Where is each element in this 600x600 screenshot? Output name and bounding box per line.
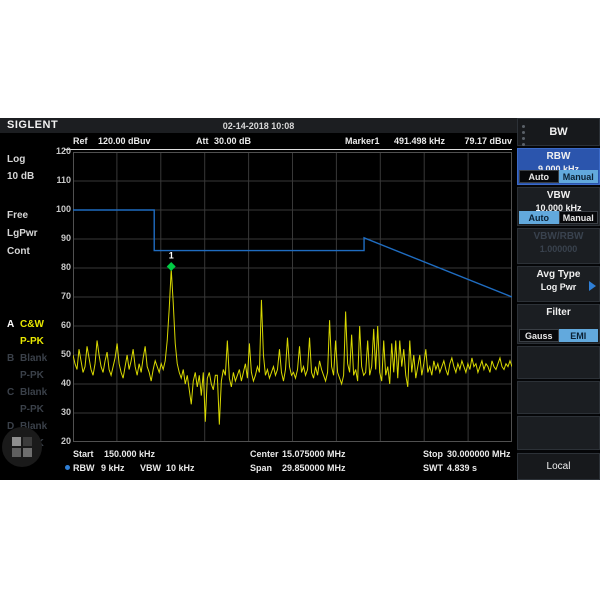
y-tick-30: 30	[40, 407, 71, 417]
center-label: Center	[250, 449, 279, 459]
y-tick-120: 120	[40, 146, 71, 156]
att-label: Att	[196, 136, 209, 146]
rbw-status-dot-icon	[65, 465, 70, 470]
title-bar: SIGLENT 02-14-2018 10:08	[0, 118, 517, 133]
empty-softkey-2[interactable]	[517, 381, 600, 414]
home-grid-icon[interactable]	[2, 427, 42, 467]
filter-softkey[interactable]: Filter Gauss EMI	[517, 304, 600, 344]
swt-value: 4.839 s	[447, 463, 477, 473]
start-value: 150.000 kHz	[104, 449, 155, 459]
swt-label: SWT	[423, 463, 443, 473]
bw-menu-header[interactable]: BW	[517, 118, 600, 146]
y-tick-70: 70	[40, 291, 71, 301]
trigger-mode-label: Free	[7, 210, 28, 221]
marker-1-label: 1	[169, 251, 174, 261]
avg-mode-label: LgPwr	[7, 228, 38, 239]
span-value: 29.850000 MHz	[282, 463, 346, 473]
grid-square-icon	[12, 437, 21, 446]
rbw-manual-toggle[interactable]: Manual	[559, 170, 599, 183]
vbw-softkey[interactable]: VBW 10.000 kHz Auto Manual	[517, 187, 600, 226]
info-separator-line	[64, 149, 512, 150]
center-value: 15.075000 MHz	[282, 449, 346, 459]
trace-b-id: B	[7, 350, 20, 367]
grid-square-icon	[12, 448, 21, 457]
rbw-value: 9 kHz	[101, 463, 125, 473]
empty-softkey-1[interactable]	[517, 346, 600, 379]
rbw-softkey-title: RBW	[518, 149, 599, 162]
softkey-panel: BW RBW 9.000 kHz Auto Manual VBW 10.000 …	[517, 118, 600, 480]
trace-a-detector: P-PK	[7, 333, 47, 350]
grid-square-icon	[23, 437, 32, 446]
y-tick-50: 50	[40, 349, 71, 359]
menu-grip-icon	[522, 125, 525, 149]
bw-menu-title: BW	[518, 119, 599, 138]
ref-value: 120.00 dBuv	[98, 136, 151, 146]
vbw-softkey-title: VBW	[518, 188, 599, 201]
vbw-manual-toggle[interactable]: Manual	[559, 211, 599, 224]
empty-softkey-3[interactable]	[517, 416, 600, 450]
datetime-label: 02-14-2018 10:08	[0, 121, 517, 131]
sweep-mode-label: Cont	[7, 246, 30, 257]
ref-label: Ref	[73, 136, 88, 146]
rbw-auto-toggle[interactable]: Auto	[519, 170, 559, 183]
local-button[interactable]: Local	[517, 453, 600, 480]
rbw-label: RBW	[73, 463, 95, 473]
stop-label: Stop	[423, 449, 443, 459]
avg-type-softkey[interactable]: Avg Type Log Pwr	[517, 266, 600, 302]
submenu-arrow-icon	[589, 281, 596, 291]
filter-emi-toggle[interactable]: EMI	[559, 329, 599, 342]
marker-label: Marker1	[345, 136, 380, 146]
trace-c-id: C	[7, 384, 20, 401]
scale-type-label: Log	[7, 154, 25, 165]
trace-c-mode: Blank	[20, 387, 47, 398]
y-tick-90: 90	[40, 233, 71, 243]
marker-frequency: 491.498 kHz	[394, 136, 445, 146]
span-label: Span	[250, 463, 272, 473]
vbw-rbw-title: VBW/RBW	[518, 229, 599, 242]
spectrum-plot[interactable]: 1	[73, 152, 512, 442]
marker-1-diamond-icon	[167, 262, 176, 271]
local-button-label: Local	[518, 454, 599, 472]
y-tick-100: 100	[40, 204, 71, 214]
vbw-rbw-ratio-softkey[interactable]: VBW/RBW 1.000000	[517, 228, 600, 264]
y-tick-110: 110	[40, 175, 71, 185]
avg-type-value: Log Pwr	[518, 280, 599, 292]
vbw-auto-toggle[interactable]: Auto	[519, 211, 559, 224]
filter-gauss-toggle[interactable]: Gauss	[519, 329, 559, 342]
vbw-rbw-value: 1.000000	[518, 242, 599, 254]
marker-amplitude: 79.17 dBuv	[442, 136, 512, 146]
start-label: Start	[73, 449, 94, 459]
vbw-label: VBW	[140, 463, 161, 473]
avg-type-title: Avg Type	[518, 267, 599, 280]
vbw-value: 10 kHz	[166, 463, 195, 473]
trace-a-id: A	[7, 316, 20, 333]
screenshot-page: SIGLENT 02-14-2018 10:08 Ref 120.00 dBuv…	[0, 0, 600, 600]
rbw-softkey[interactable]: RBW 9.000 kHz Auto Manual	[517, 148, 600, 185]
att-value: 30.00 dB	[214, 136, 251, 146]
y-tick-60: 60	[40, 320, 71, 330]
scale-per-div-label: 10 dB	[7, 171, 34, 182]
grid-square-icon	[23, 448, 32, 457]
y-tick-80: 80	[40, 262, 71, 272]
y-tick-40: 40	[40, 378, 71, 388]
y-tick-20: 20	[40, 436, 71, 446]
filter-title: Filter	[518, 305, 599, 318]
analyzer-screen: SIGLENT 02-14-2018 10:08 Ref 120.00 dBuv…	[0, 118, 600, 480]
stop-value: 30.000000 MHz	[447, 449, 511, 459]
